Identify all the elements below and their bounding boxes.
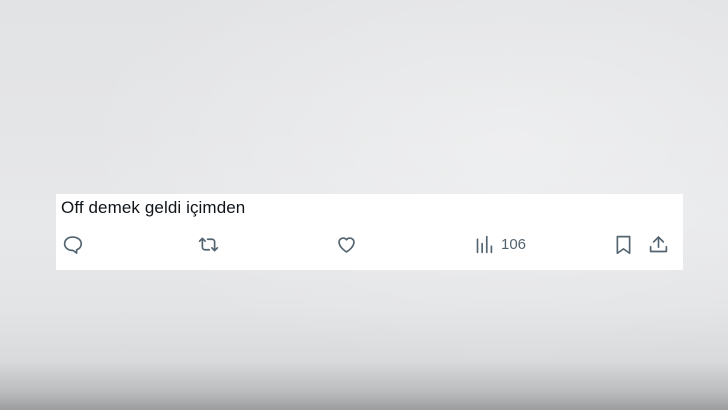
views-button[interactable]: 106 bbox=[474, 232, 526, 256]
views-icon bbox=[476, 235, 493, 253]
bookmark-icon bbox=[616, 235, 631, 254]
reply-button[interactable] bbox=[62, 232, 83, 256]
like-button[interactable] bbox=[336, 232, 357, 256]
retweet-button[interactable] bbox=[198, 232, 219, 256]
reply-icon bbox=[63, 235, 83, 254]
tweet-text: Off demek geldi içimden bbox=[61, 198, 246, 217]
share-button[interactable] bbox=[648, 232, 669, 256]
share-icon bbox=[649, 235, 668, 252]
retweet-icon bbox=[198, 237, 219, 251]
bookmark-button[interactable] bbox=[613, 232, 634, 256]
heart-icon bbox=[338, 236, 355, 253]
tweet-card: Off demek geldi içimden 106 bbox=[56, 194, 683, 270]
views-count: 106 bbox=[501, 235, 527, 253]
